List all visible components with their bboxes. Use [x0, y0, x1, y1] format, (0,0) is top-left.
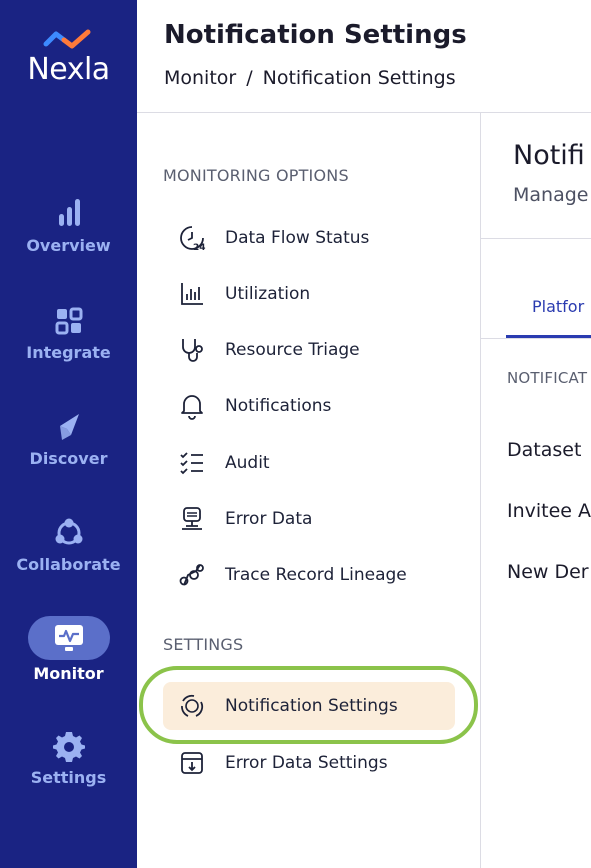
nav-monitor-pill: [27, 616, 110, 660]
nav-collaborate[interactable]: Collaborate: [0, 515, 137, 574]
stethoscope-icon: [178, 336, 206, 364]
nav-discover[interactable]: Discover: [0, 409, 137, 468]
content-panel: Notifi Manage Platfor NOTIFICAT Dataset …: [481, 113, 591, 868]
lineage-icon: [178, 561, 206, 589]
clock-24-icon: 24: [178, 224, 206, 252]
menu-item-error-data[interactable]: Error Data: [163, 495, 455, 543]
content-title: Notifi: [513, 140, 585, 171]
settings-heading: SETTINGS: [163, 635, 244, 654]
menu-label: Data Flow Status: [225, 228, 370, 248]
content-row[interactable]: Dataset: [507, 439, 581, 461]
monitoring-options-heading: MONITORING OPTIONS: [163, 166, 349, 185]
tab-divider: [481, 338, 591, 339]
collaborate-icon: [55, 518, 82, 545]
menu-label: Resource Triage: [225, 340, 360, 360]
menu-label: Error Data Settings: [225, 753, 388, 773]
content-divider: [481, 238, 591, 239]
page-title: Notification Settings: [164, 20, 467, 50]
nav-integrate[interactable]: Integrate: [0, 303, 137, 362]
menu-label: Audit: [225, 453, 270, 473]
logo-text: Nexla: [27, 52, 110, 87]
notification-section-heading: NOTIFICAT: [507, 369, 588, 387]
app-sidebar: Nexla Overview Integrate Discover Collab…: [0, 0, 137, 868]
bell-icon: [178, 392, 206, 420]
nav-label-discover: Discover: [29, 449, 108, 468]
nav-overview[interactable]: Overview: [0, 196, 137, 255]
content-subtitle: Manage: [513, 184, 589, 206]
breadcrumb: Monitor / Notification Settings: [164, 67, 456, 89]
error-data-settings-icon: [178, 749, 206, 777]
error-data-icon: [178, 505, 206, 533]
monitor-icon: [54, 625, 83, 651]
content-row[interactable]: New Der: [507, 561, 589, 583]
selection-highlight-ring: [139, 666, 478, 744]
menu-item-data-flow-status[interactable]: 24 Data Flow Status: [163, 214, 455, 262]
breadcrumb-separator: /: [246, 67, 253, 89]
nav-label-overview: Overview: [26, 236, 111, 255]
nav-settings[interactable]: Settings: [0, 728, 137, 787]
menu-item-notifications[interactable]: Notifications: [163, 382, 455, 430]
bar-chart-icon: [58, 199, 80, 226]
nexla-logo[interactable]: Nexla: [0, 26, 137, 87]
menu-item-resource-triage[interactable]: Resource Triage: [163, 326, 455, 374]
compass-icon: [59, 414, 79, 440]
menu-label: Notifications: [225, 396, 332, 416]
menu-label: Trace Record Lineage: [225, 565, 407, 585]
checklist-icon: [178, 449, 206, 477]
nav-label-collaborate: Collaborate: [16, 555, 121, 574]
integrate-icon: [55, 307, 82, 335]
gear-icon: [52, 732, 85, 762]
breadcrumb-monitor[interactable]: Monitor: [164, 67, 236, 89]
tab-platform[interactable]: Platfor: [532, 297, 584, 316]
bar-graph-icon: [178, 280, 206, 308]
svg-text:24: 24: [193, 243, 206, 252]
breadcrumb-current: Notification Settings: [262, 67, 456, 89]
nav-label-monitor: Monitor: [33, 664, 104, 683]
nav-monitor[interactable]: Monitor: [0, 616, 137, 683]
menu-item-trace-record-lineage[interactable]: Trace Record Lineage: [163, 551, 455, 599]
nexla-logo-mark: [43, 29, 90, 49]
content-row[interactable]: Invitee A: [507, 500, 591, 522]
menu-item-utilization[interactable]: Utilization: [163, 270, 455, 318]
menu-item-error-data-settings[interactable]: Error Data Settings: [163, 739, 455, 787]
menu-item-audit[interactable]: Audit: [163, 439, 455, 487]
nav-label-settings: Settings: [30, 768, 107, 787]
nav-label-integrate: Integrate: [26, 343, 111, 362]
menu-label: Error Data: [225, 509, 313, 529]
menu-label: Utilization: [225, 284, 311, 304]
